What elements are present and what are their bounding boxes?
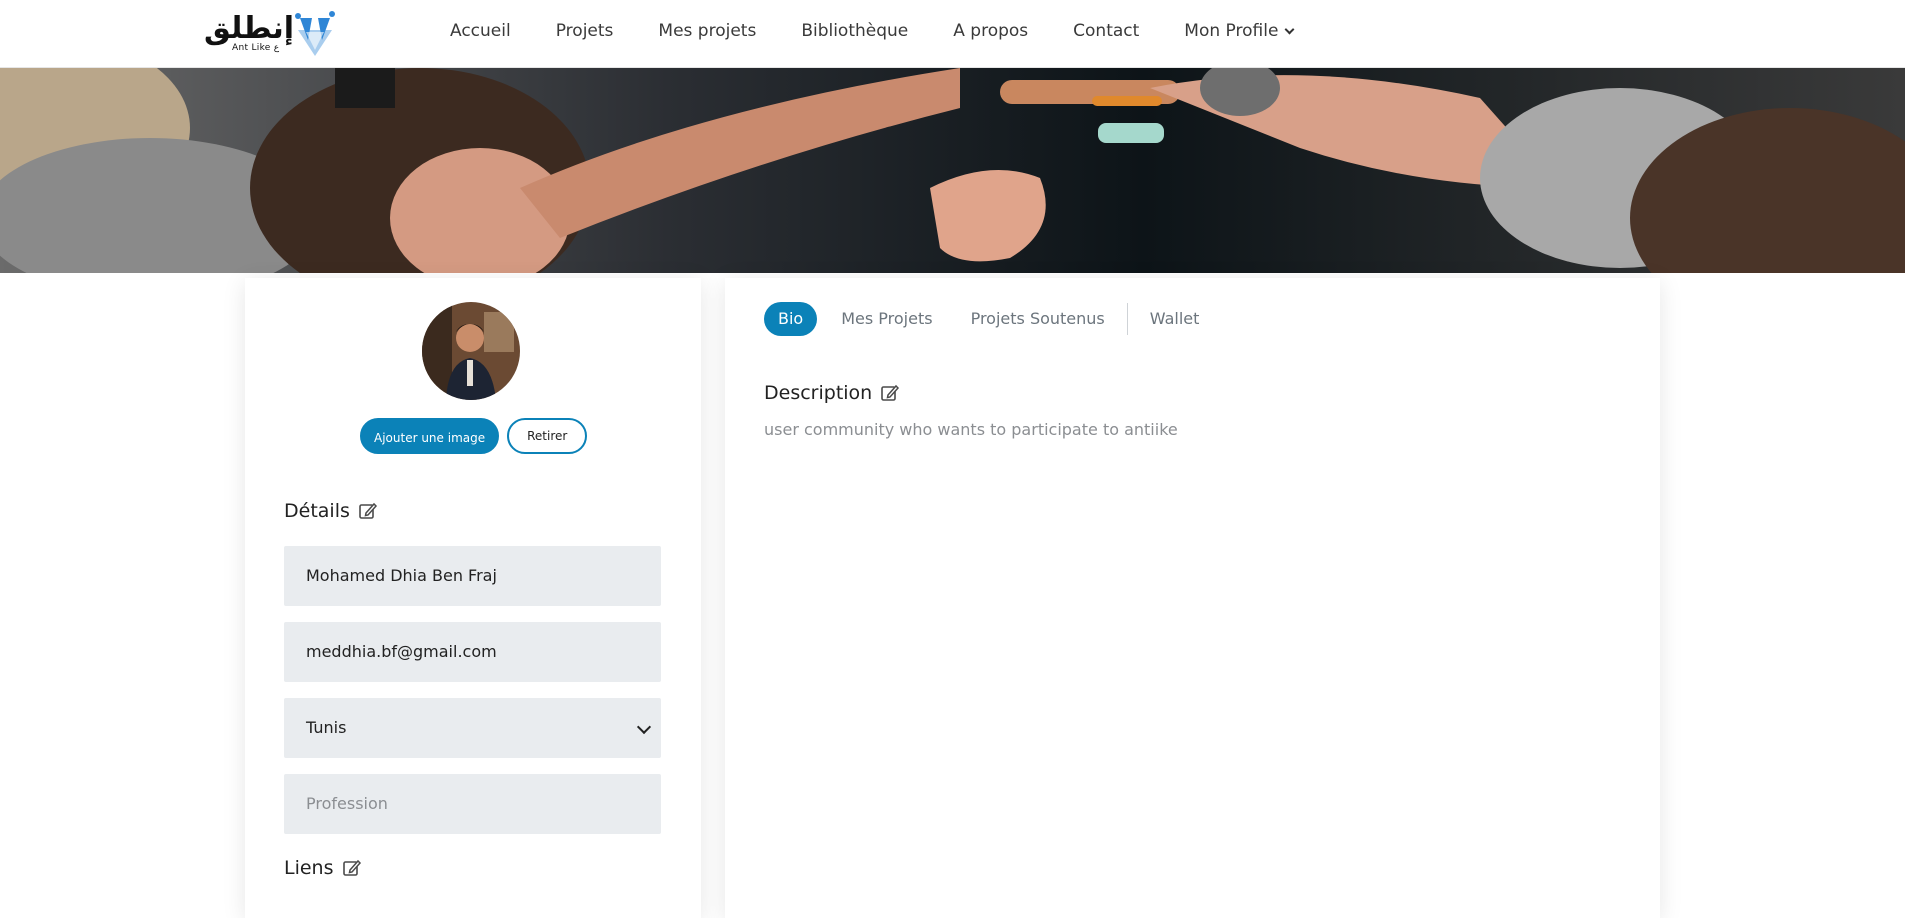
profile-tabs: Bio Mes Projets Projets Soutenus Wallet: [764, 302, 1225, 336]
nav-link-label: Mes projets: [658, 21, 757, 41]
nav-link-mon-profile[interactable]: Mon Profile: [1184, 21, 1295, 41]
nav-link-mes-projets[interactable]: Mes projets: [658, 21, 756, 41]
description-text: user community who wants to participate …: [764, 420, 1178, 439]
tab-wallet[interactable]: Wallet: [1138, 302, 1212, 336]
main-nav: Accueil Projets Mes projets Bibliothèque…: [450, 0, 1338, 62]
tab-bio[interactable]: Bio: [764, 302, 818, 336]
tab-projets-soutenus[interactable]: Projets Soutenus: [959, 302, 1117, 336]
avatar-photo: [422, 302, 520, 400]
chevron-down-icon: [1284, 24, 1295, 34]
nav-link-label: Bibliothèque: [801, 21, 909, 41]
avatar: [422, 302, 520, 400]
profession-field[interactable]: Profession: [284, 774, 661, 834]
brand-logo-subtitle: Ant Like ع: [232, 43, 280, 53]
brand-logo[interactable]: إنطلق Ant Like ع: [204, 10, 338, 58]
edit-icon[interactable]: [880, 383, 900, 403]
description-section-title: Description: [764, 382, 900, 404]
profile-content-card: Bio Mes Projets Projets Soutenus Wallet …: [725, 278, 1660, 918]
brand-logo-mark-icon: [295, 11, 335, 56]
add-image-button[interactable]: Ajouter une image: [360, 418, 500, 454]
brand-logo-arabic: إنطلق: [204, 11, 295, 46]
remove-image-button[interactable]: Retirer: [507, 418, 588, 454]
tab-divider: [1126, 303, 1128, 335]
links-title-text: Liens: [284, 857, 334, 879]
profile-cover-banner: [0, 68, 1905, 273]
nav-link-accueil[interactable]: Accueil: [450, 21, 511, 41]
details-title-text: Détails: [284, 500, 350, 522]
nav-link-projets[interactable]: Projets: [556, 21, 614, 41]
description-title-text: Description: [764, 382, 873, 404]
details-section-title: Détails: [284, 500, 378, 522]
nav-link-label: Contact: [1073, 21, 1140, 41]
city-select[interactable]: Tunis: [284, 698, 661, 758]
avatar-actions: Ajouter une image Retirer: [360, 418, 588, 454]
tab-mes-projets[interactable]: Mes Projets: [829, 302, 944, 336]
nav-link-label: Accueil: [450, 21, 511, 41]
links-section-title: Liens: [284, 857, 362, 879]
chevron-down-icon: [636, 719, 652, 735]
nav-link-label: A propos: [953, 21, 1029, 41]
email-field[interactable]: meddhia.bf@gmail.com: [284, 622, 661, 682]
nav-link-label: Projets: [555, 21, 614, 41]
nav-link-bibliotheque[interactable]: Bibliothèque: [801, 21, 908, 41]
edit-icon[interactable]: [342, 858, 362, 878]
nav-link-a-propos[interactable]: A propos: [953, 21, 1028, 41]
nav-link-contact[interactable]: Contact: [1073, 21, 1139, 41]
cover-photo-team-hands: [0, 68, 1905, 273]
top-navbar: إنطلق Ant Like ع Accueil Projets Mes pro…: [0, 0, 1905, 68]
edit-icon[interactable]: [358, 501, 378, 521]
profile-details-card: Ajouter une image Retirer Détails Mohame…: [245, 278, 701, 918]
nav-link-label: Mon Profile: [1184, 21, 1279, 41]
name-field[interactable]: Mohamed Dhia Ben Fraj: [284, 546, 661, 606]
city-select-value: Tunis: [306, 718, 347, 737]
